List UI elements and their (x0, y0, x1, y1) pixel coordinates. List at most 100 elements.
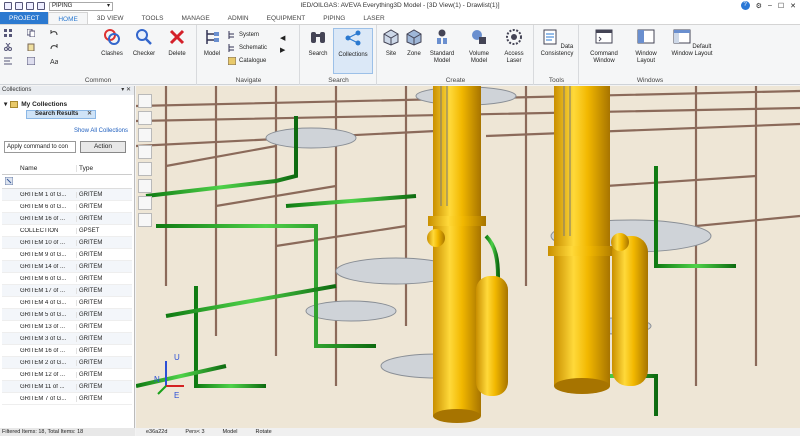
table-row[interactable]: GRITEM 14 of ... GRITEM (2, 261, 132, 273)
align-icon[interactable] (4, 57, 12, 65)
paste-icon[interactable] (27, 43, 35, 51)
table-row[interactable]: GRITEM 12 of ... GRITEM (2, 369, 132, 381)
site-button[interactable]: Site (380, 28, 402, 58)
tab-piping[interactable]: PIPING (314, 12, 354, 24)
table-row[interactable]: GRITEM 13 of ... GRITEM (2, 321, 132, 333)
table-row[interactable]: GRITEM 16 of ... GRITEM (2, 345, 132, 357)
schematic-button[interactable]: Schematic (228, 44, 267, 52)
collections-button[interactable]: Collections (333, 28, 373, 74)
module-selector[interactable]: PIPING (49, 1, 113, 11)
column-name[interactable]: Name (18, 165, 76, 172)
redo-icon[interactable] (26, 2, 34, 10)
close-icon[interactable]: ✕ (790, 2, 796, 10)
tree-my-collections[interactable]: ▾ My Collections (4, 100, 67, 108)
standard-model-icon (437, 29, 447, 44)
tab-laser[interactable]: LASER (354, 12, 393, 24)
checker-button[interactable]: Checker (130, 28, 158, 58)
table-row[interactable]: GRITEM 5 of G... GRITEM (2, 309, 132, 321)
properties-icon[interactable] (27, 57, 35, 65)
settings-icon[interactable]: ⚙ (756, 2, 762, 10)
window-title: IED/OILGAS: AVEVA Everything3D Model - [… (300, 2, 500, 9)
table-row[interactable]: COLLECTION GPSET (2, 225, 132, 237)
table-row[interactable]: GRITEM 16 of ... GRITEM (2, 213, 132, 225)
measure-icon[interactable] (138, 196, 152, 210)
window-controls: ? ⚙ – ☐ ✕ (740, 1, 796, 10)
ribbon-group-search: Search Collections Search (301, 25, 377, 85)
view-direction-icon[interactable] (138, 94, 152, 108)
tab-project[interactable]: PROJECT (0, 12, 49, 24)
ribbon-tabs: PROJECT HOME 3D VIEW TOOLS MANAGE ADMIN … (0, 12, 800, 25)
catalogue-icon (228, 57, 236, 65)
window-layout-button[interactable]: Window Layout (628, 28, 664, 65)
3d-viewport[interactable]: U N E (136, 86, 800, 428)
zone-button[interactable]: Zone (403, 28, 425, 58)
catalogue-button[interactable]: Catalogue (228, 57, 266, 65)
forward-arrow-icon[interactable]: ▶ (280, 45, 285, 57)
table-row[interactable]: GRITEM 6 of G... GRITEM (2, 201, 132, 213)
zoom-icon[interactable] (138, 111, 152, 125)
undo-arrow-icon[interactable] (50, 29, 58, 37)
walk-icon[interactable] (138, 162, 152, 176)
pan-icon[interactable] (138, 128, 152, 142)
minimize-icon[interactable]: – (768, 2, 772, 9)
close-search-results-icon[interactable]: ✕ (87, 111, 92, 118)
help-icon[interactable]: ? (740, 1, 750, 10)
table-row[interactable]: GRITEM 11 of ... GRITEM (2, 381, 132, 393)
tab-tools[interactable]: TOOLS (133, 12, 173, 24)
maximize-icon[interactable]: ☐ (778, 2, 784, 10)
table-row[interactable]: GRITEM 2 of G... GRITEM (2, 357, 132, 369)
tab-3d-view[interactable]: 3D VIEW (88, 12, 133, 24)
navigate-arrows: ◀ ▶ (280, 33, 285, 57)
rotate-icon[interactable] (138, 145, 152, 159)
volume-model-icon (472, 30, 486, 44)
tab-home[interactable]: HOME (48, 12, 88, 24)
section-icon[interactable] (138, 213, 152, 227)
svg-text:Aa: Aa (50, 59, 58, 65)
default-window-layout-button[interactable]: Default Window Layout (668, 28, 716, 58)
undo-icon[interactable] (15, 2, 23, 10)
copy-icon[interactable] (27, 29, 35, 37)
show-all-collections-link[interactable]: Show All Collections (74, 128, 128, 134)
table-row[interactable]: GRITEM 4 of G... GRITEM (2, 297, 132, 309)
model-button[interactable]: Model (202, 28, 222, 58)
tree-search-results[interactable]: Search Results ✕ (26, 110, 96, 119)
group-label-navigate: Navigate (235, 77, 262, 84)
text-icon[interactable]: Aa (50, 57, 58, 65)
group-label-search: Search (328, 77, 349, 84)
command-window-button[interactable]: Command Window (584, 28, 624, 65)
column-type[interactable]: Type (76, 164, 132, 172)
tab-manage[interactable]: MANAGE (173, 12, 219, 24)
expand-icon[interactable]: ▾ (4, 100, 7, 108)
delete-button[interactable]: Delete (164, 28, 190, 58)
default-layout-icon (673, 29, 691, 44)
table-row[interactable]: GRITEM 3 of G... GRITEM (2, 333, 132, 345)
access-laser-button[interactable]: Access Laser (498, 28, 530, 65)
cut-icon[interactable] (4, 43, 12, 51)
collections-icon (345, 30, 361, 46)
save-icon[interactable] (4, 2, 12, 10)
data-consistency-button[interactable]: Data Consistency (537, 28, 577, 58)
apply-command-input[interactable]: Apply command to con (4, 141, 76, 153)
search-button[interactable]: Search (305, 28, 331, 58)
system-button[interactable]: System (228, 31, 259, 39)
volume-model-button[interactable]: Volume Model (462, 28, 496, 65)
zone-icon (406, 29, 422, 46)
clashes-button[interactable]: Clashes (100, 28, 124, 58)
table-row[interactable]: GRITEM 17 of ... GRITEM (2, 285, 132, 297)
tab-admin[interactable]: ADMIN (219, 12, 258, 24)
table-row[interactable]: GRITEM 7 of G... GRITEM (2, 393, 132, 405)
table-row[interactable]: GRITEM 6 of G... GRITEM (2, 273, 132, 285)
table-row[interactable]: GRITEM 9 of G... GRITEM (2, 249, 132, 261)
clip-icon[interactable] (138, 179, 152, 193)
filter-icon[interactable] (2, 176, 18, 187)
back-arrow-icon[interactable]: ◀ (280, 33, 285, 45)
table-row[interactable]: GRITEM 10 of ... GRITEM (2, 237, 132, 249)
grid-icon[interactable] (4, 29, 12, 37)
table-row[interactable]: GRITEM 1 of G... GRITEM (2, 189, 132, 201)
standard-model-button[interactable]: Standard Model (426, 28, 458, 65)
folder-icon[interactable] (37, 2, 45, 10)
panel-pin-icon[interactable]: ▾ ✕ (121, 86, 131, 95)
tab-equipment[interactable]: EQUIPMENT (258, 12, 315, 24)
action-button[interactable]: Action (80, 141, 126, 153)
redo-arrow-icon[interactable] (50, 43, 58, 51)
